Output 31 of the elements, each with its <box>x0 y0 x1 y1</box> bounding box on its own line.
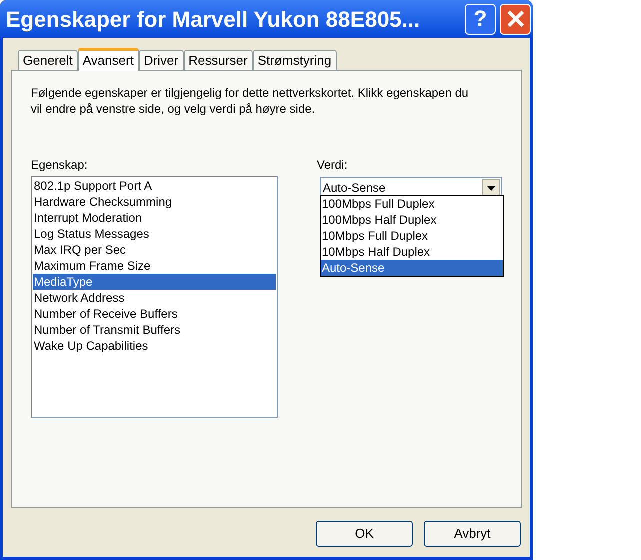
list-item[interactable]: MediaType <box>33 274 276 290</box>
list-item[interactable]: Maximum Frame Size <box>33 258 276 274</box>
list-item[interactable]: Number of Transmit Buffers <box>33 322 276 338</box>
tab[interactable]: Strømstyring <box>252 50 337 70</box>
tab[interactable]: Ressurser <box>184 50 253 70</box>
list-item[interactable]: Number of Receive Buffers <box>33 306 276 322</box>
list-item[interactable]: Wake Up Capabilities <box>33 338 276 354</box>
caret-icon <box>486 186 496 190</box>
value-label: Verdi: <box>317 157 348 174</box>
dropdown-option[interactable]: 10Mbps Full Duplex <box>321 228 503 244</box>
tab[interactable]: Driver <box>138 50 184 70</box>
tab[interactable]: Avansert <box>78 48 139 71</box>
tab[interactable]: Generelt <box>18 50 78 70</box>
dropdown-option[interactable]: 10Mbps Half Duplex <box>321 244 503 260</box>
close-icon <box>506 10 524 28</box>
close-button[interactable] <box>500 4 531 34</box>
dropdown-option[interactable]: 100Mbps Full Duplex <box>321 196 503 212</box>
list-item[interactable]: 802.1p Support Port A <box>33 178 276 194</box>
help-button[interactable]: ? <box>465 4 496 34</box>
list-item[interactable]: Log Status Messages <box>33 226 276 242</box>
ok-button[interactable]: OK <box>316 521 413 547</box>
list-item[interactable]: Interrupt Moderation <box>33 210 276 226</box>
cancel-button[interactable]: Avbryt <box>424 521 521 547</box>
window-title: Egenskaper for Marvell Yukon 88E805... <box>6 6 420 34</box>
list-item[interactable]: Hardware Checksumming <box>33 194 276 210</box>
list-item[interactable]: Network Address <box>33 290 276 306</box>
description-text: Følgende egenskaper er tilgjengelig for dette nettverkskortet. Klikk egenskapen du vil endre på venstre side, og velg verdi på høyre side. <box>31 85 470 117</box>
property-label: Egenskap: <box>31 157 88 174</box>
dropdown-option[interactable]: 100Mbps Half Duplex <box>321 212 503 228</box>
list-item[interactable]: Max IRQ per Sec <box>33 242 276 258</box>
dropdown-option[interactable]: Auto-Sense <box>321 260 503 276</box>
